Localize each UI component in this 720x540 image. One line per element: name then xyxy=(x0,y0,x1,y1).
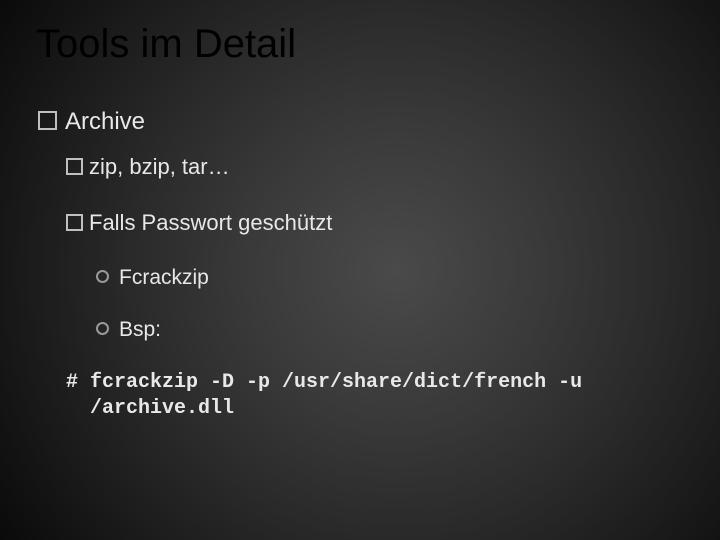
circle-bullet-icon xyxy=(96,322,109,335)
bullet-zip-bzip-tar: zip, bzip, tar… xyxy=(66,154,690,180)
bullet-passwort-label: Falls Passwort geschützt xyxy=(89,210,332,235)
bullet-fcrackzip: Fcrackzip xyxy=(96,266,690,290)
bullet-archive: Archive xyxy=(38,108,690,136)
slide-title: Tools im Detail xyxy=(36,22,296,67)
bullet-bsp: Bsp: xyxy=(96,318,690,342)
square-bullet-icon xyxy=(38,111,57,130)
circle-bullet-icon xyxy=(96,270,109,283)
bullet-archive-label: Archive xyxy=(65,108,145,135)
square-bullet-icon xyxy=(66,214,83,231)
bullet-fcrackzip-label: Fcrackzip xyxy=(119,266,209,289)
bullet-bsp-label: Bsp: xyxy=(119,318,161,341)
square-bullet-icon xyxy=(66,158,83,175)
bullet-zip-label: zip, bzip, tar… xyxy=(89,154,230,179)
code-example: # fcrackzip -D -p /usr/share/dict/french… xyxy=(66,370,690,422)
slide-body: Archive zip, bzip, tar… Falls Passwort g… xyxy=(38,108,690,422)
bullet-passwort: Falls Passwort geschützt xyxy=(66,210,690,236)
